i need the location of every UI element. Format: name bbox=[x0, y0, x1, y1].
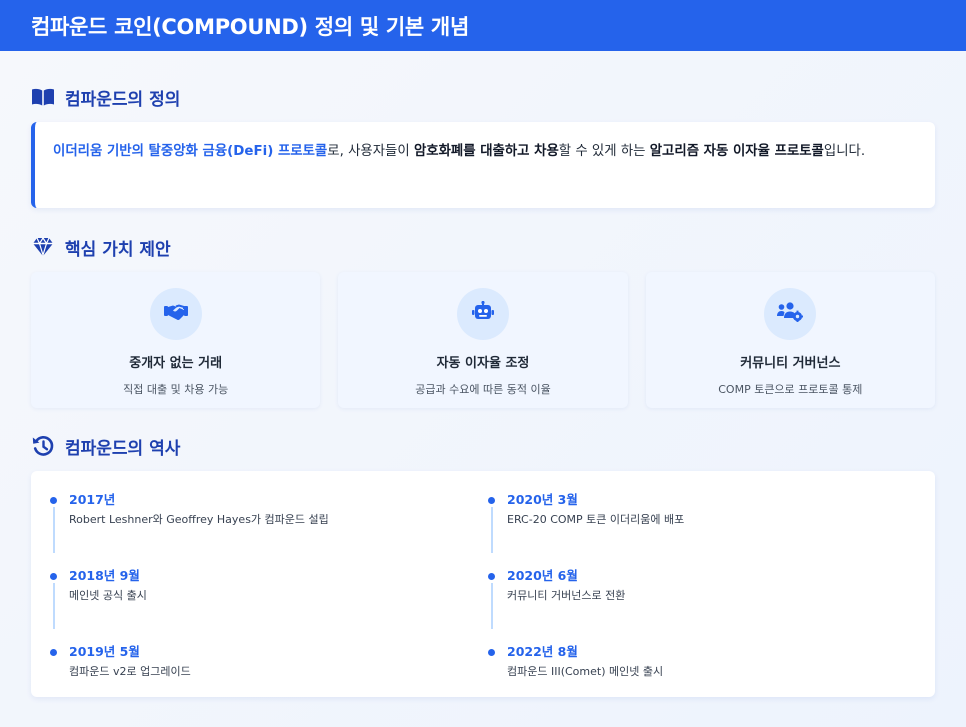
users-cog-icon bbox=[777, 302, 804, 326]
timeline-item: 2019년 5월 컴파운드 v2로 업그레이드 bbox=[49, 643, 477, 693]
timeline-text: 컴파운드 III(Comet) 메인넷 출시 bbox=[507, 665, 664, 678]
value-card: 중개자 없는 거래 직접 대출 및 차용 가능 bbox=[31, 272, 321, 408]
icon-circle bbox=[764, 288, 817, 340]
timeline: 2017년 Robert Leshner와 Geoffrey Hayes가 컴파… bbox=[49, 491, 915, 693]
timeline-text: 컴파운드 v2로 업그레이드 bbox=[69, 665, 191, 678]
timeline-line bbox=[491, 507, 493, 553]
value-title: 핵심 가치 제안 bbox=[65, 239, 171, 260]
value-card: 커뮤니티 거버넌스 COMP 토큰으로 프로토콜 통제 bbox=[645, 272, 935, 408]
value-card-title: 자동 이자율 조정 bbox=[436, 356, 530, 371]
timeline-text: 메인넷 공식 출시 bbox=[69, 589, 147, 602]
gem-icon bbox=[31, 236, 55, 258]
history-title: 컴파운드의 역사 bbox=[65, 438, 181, 459]
timeline-item: 2018년 9월 메인넷 공식 출시 bbox=[49, 567, 477, 643]
timeline-dot bbox=[50, 573, 57, 580]
timeline-column-left: 2017년 Robert Leshner와 Geoffrey Hayes가 컴파… bbox=[49, 491, 477, 693]
timeline-text: 커뮤니티 거버넌스로 전환 bbox=[507, 589, 626, 602]
definition-text-1: 로, 사용자들이 bbox=[327, 144, 414, 159]
icon-circle bbox=[149, 288, 202, 340]
page-header: 컴파운드 코인(COMPOUND) 정의 및 기본 개념 bbox=[0, 0, 966, 51]
definition-highlight: 이더리움 기반의 탈중앙화 금융(DeFi) 프로토콜 bbox=[53, 144, 328, 159]
value-card-title: 중개자 없는 거래 bbox=[129, 356, 223, 371]
value-card-desc: 직접 대출 및 차용 가능 bbox=[123, 383, 229, 396]
timeline-text: ERC-20 COMP 토큰 이더리움에 배포 bbox=[507, 513, 685, 526]
value-card-grid: 중개자 없는 거래 직접 대출 및 차용 가능 자동 이자율 조정 공급과 수요… bbox=[31, 272, 935, 408]
timeline-date: 2019년 5월 bbox=[69, 644, 140, 659]
page-title: 컴파운드 코인(COMPOUND) 정의 및 기본 개념 bbox=[31, 14, 469, 39]
value-card-desc: COMP 토큰으로 프로토콜 통제 bbox=[718, 383, 863, 396]
definition-title: 컴파운드의 정의 bbox=[65, 89, 181, 110]
definition-bold-1: 암호화폐를 대출하고 차용 bbox=[413, 144, 559, 159]
timeline-item: 2020년 3월 ERC-20 COMP 토큰 이더리움에 배포 bbox=[487, 491, 915, 567]
history-icon bbox=[31, 435, 55, 457]
timeline-dot bbox=[488, 573, 495, 580]
definition-section-title: 컴파운드의 정의 bbox=[31, 85, 935, 110]
handshake-icon bbox=[163, 303, 188, 325]
timeline-line bbox=[53, 507, 55, 553]
timeline-dot bbox=[50, 497, 57, 504]
timeline-line bbox=[53, 583, 55, 629]
timeline-dot bbox=[488, 497, 495, 504]
timeline-dot bbox=[50, 649, 57, 656]
book-open-icon bbox=[31, 86, 55, 108]
robot-icon bbox=[471, 300, 494, 327]
value-card-desc: 공급과 수요에 따른 동적 이율 bbox=[415, 383, 551, 396]
timeline-dot bbox=[488, 649, 495, 656]
value-card-title: 커뮤니티 거버넌스 bbox=[740, 356, 841, 371]
history-section-title: 컴파운드의 역사 bbox=[31, 434, 935, 459]
definition-bold-2: 알고리즘 자동 이자율 프로토콜 bbox=[649, 144, 824, 159]
timeline-item: 2022년 8월 컴파운드 III(Comet) 메인넷 출시 bbox=[487, 643, 915, 693]
main-content: 컴파운드의 정의 이더리움 기반의 탈중앙화 금융(DeFi) 프로토콜로, 사… bbox=[0, 85, 966, 697]
timeline-date: 2022년 8월 bbox=[507, 644, 578, 659]
timeline-date: 2020년 3월 bbox=[507, 492, 578, 507]
timeline-date: 2017년 bbox=[69, 492, 116, 507]
timeline-line bbox=[491, 583, 493, 629]
timeline-date: 2018년 9월 bbox=[69, 568, 140, 583]
timeline-date: 2020년 6월 bbox=[507, 568, 578, 583]
timeline-item: 2017년 Robert Leshner와 Geoffrey Hayes가 컴파… bbox=[49, 491, 477, 567]
timeline-column-right: 2020년 3월 ERC-20 COMP 토큰 이더리움에 배포 2020년 6… bbox=[487, 491, 915, 693]
history-card: 2017년 Robert Leshner와 Geoffrey Hayes가 컴파… bbox=[31, 471, 935, 697]
timeline-item: 2020년 6월 커뮤니티 거버넌스로 전환 bbox=[487, 567, 915, 643]
timeline-text: Robert Leshner와 Geoffrey Hayes가 컴파운드 설립 bbox=[69, 513, 329, 526]
value-card: 자동 이자율 조정 공급과 수요에 따른 동적 이율 bbox=[338, 272, 628, 408]
definition-text-3: 입니다. bbox=[823, 144, 866, 159]
value-section-title: 핵심 가치 제안 bbox=[31, 235, 935, 260]
icon-circle bbox=[456, 288, 509, 340]
definition-card: 이더리움 기반의 탈중앙화 금융(DeFi) 프로토콜로, 사용자들이 암호화폐… bbox=[31, 122, 935, 208]
definition-text-2: 할 수 있게 하는 bbox=[558, 144, 650, 159]
